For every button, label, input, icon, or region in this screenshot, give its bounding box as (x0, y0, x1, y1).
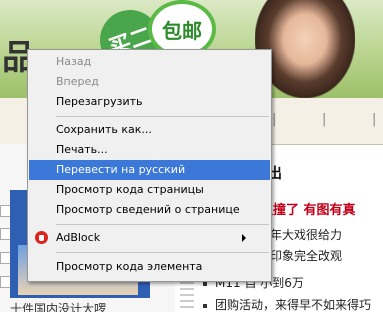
context-menu: Назад Вперед Перезагрузить Сохранить как… (27, 49, 272, 282)
menu-item-adblock[interactable]: AdBlock (29, 228, 270, 248)
menu-item-reload[interactable]: Перезагрузить (29, 92, 270, 112)
menu-separator (56, 116, 269, 117)
menu-item-page-info[interactable]: Просмотр сведений о странице (29, 200, 270, 220)
news-item[interactable]: 年大戏很给力 (270, 226, 342, 243)
menu-item-inspect-element[interactable]: Просмотр кода элемента (29, 257, 270, 277)
bullet-icon (203, 303, 207, 308)
menu-item-view-source[interactable]: Просмотр кода страницы (29, 180, 270, 200)
news-item[interactable]: 团购活动，来得早不如来得巧 (203, 296, 371, 312)
menu-item-forward[interactable]: Вперед (29, 72, 270, 92)
menu-item-save-as[interactable]: Сохранить как... (29, 120, 270, 140)
menu-separator (56, 224, 269, 225)
bullet-icon (203, 281, 207, 286)
headline-red[interactable]: 扭撞了 有图有真 (260, 199, 356, 218)
menu-item-print[interactable]: Печать... (29, 140, 270, 160)
list-item-text[interactable]: 十件国内没计大啰 (10, 300, 106, 312)
menu-separator (56, 252, 269, 253)
menu-item-translate[interactable]: Перевести на русский (29, 160, 270, 180)
adblock-icon (35, 231, 48, 244)
submenu-arrow-icon (242, 234, 246, 242)
menu-item-back[interactable]: Назад (29, 52, 270, 72)
news-item[interactable]: 印象完全改观 (270, 247, 342, 264)
